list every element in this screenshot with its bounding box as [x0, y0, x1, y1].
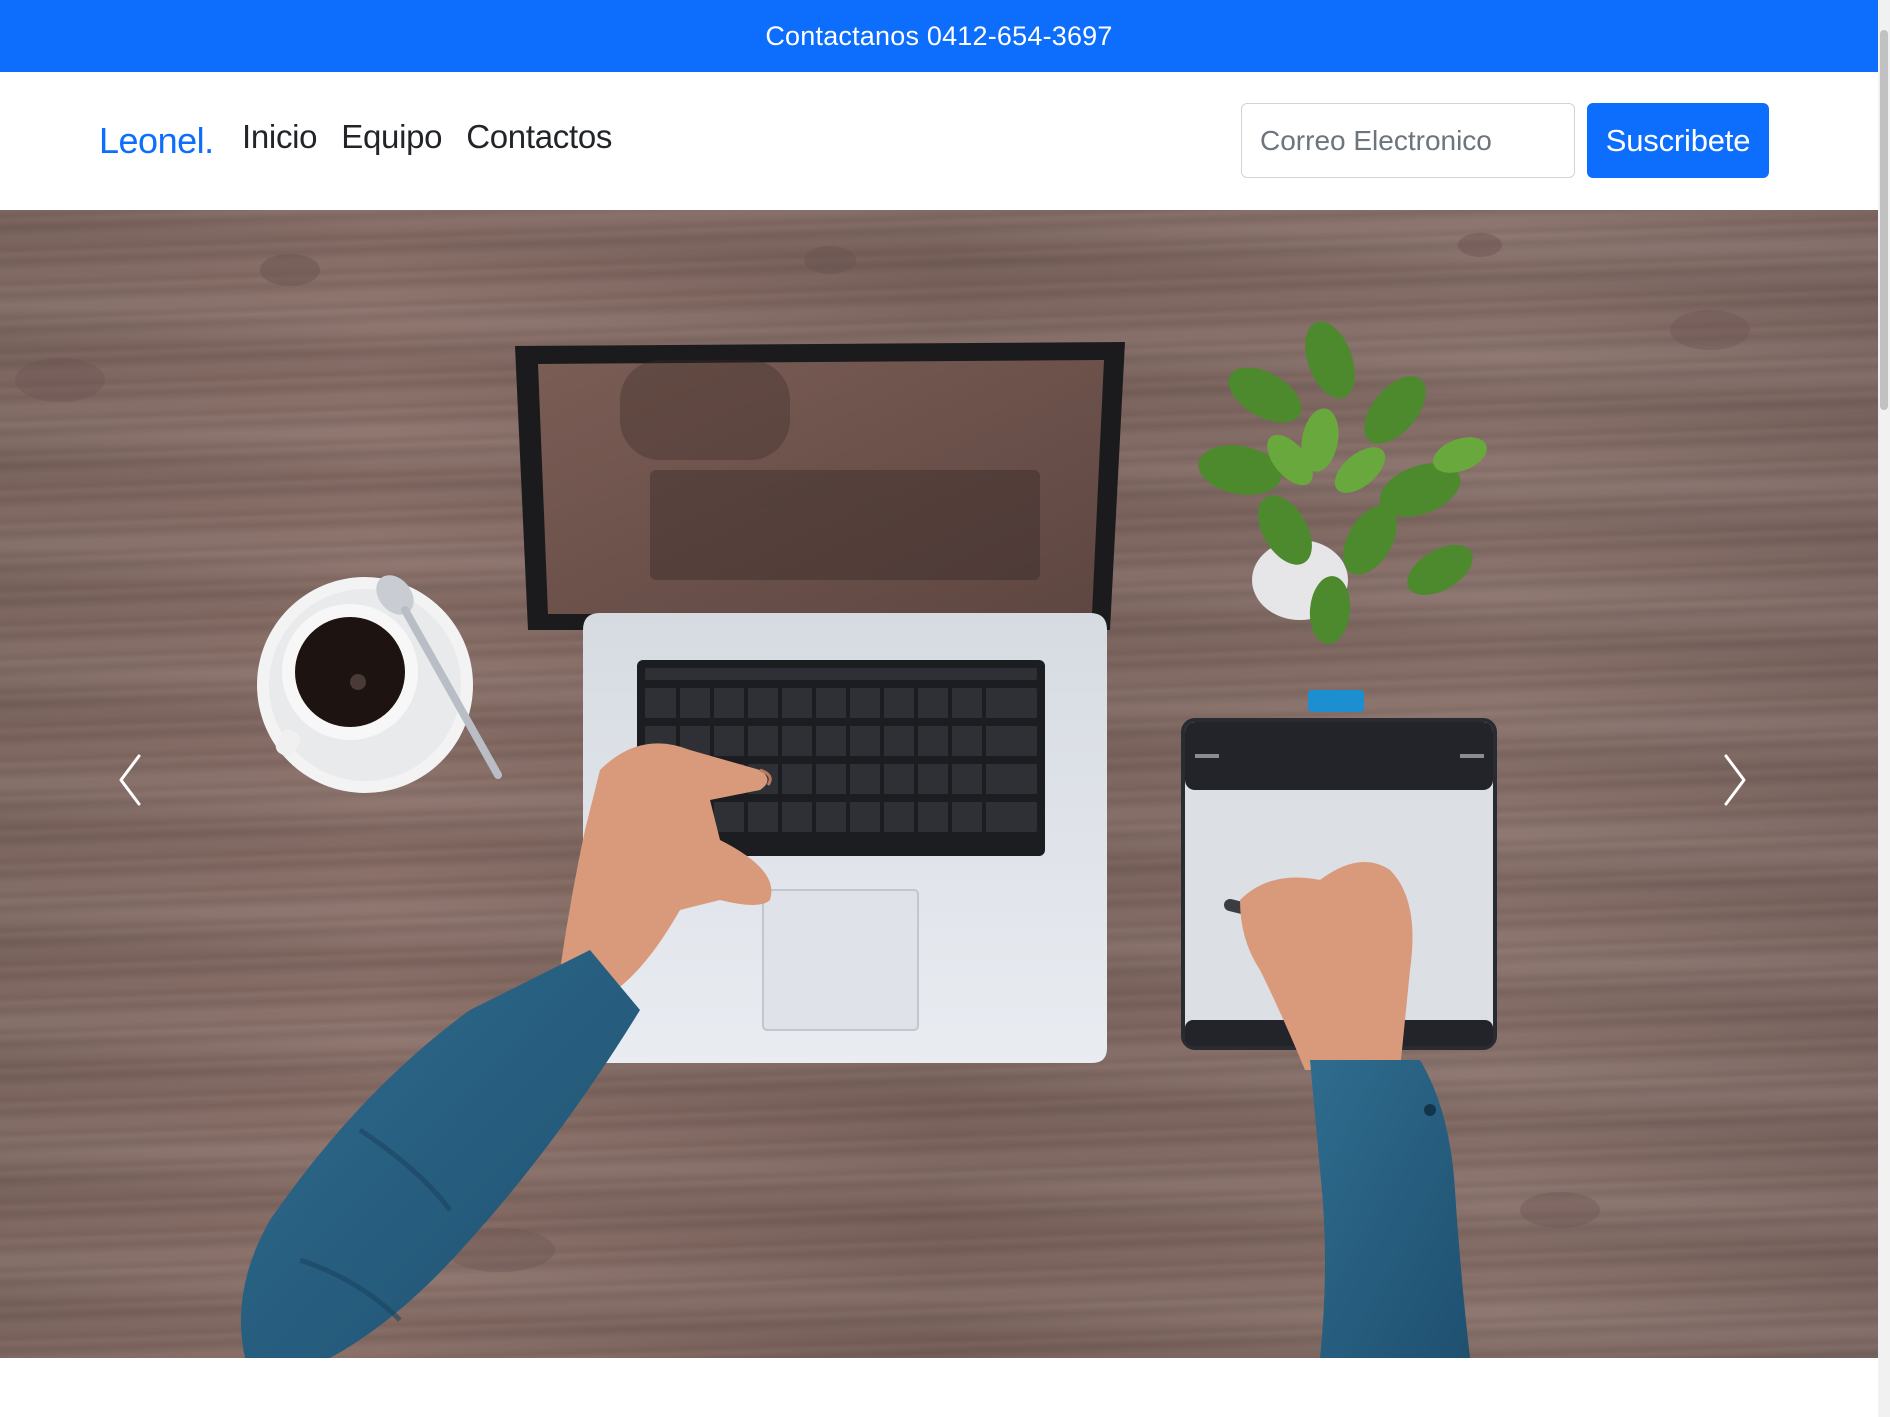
nav-links: Inicio Equipo Contactos — [242, 118, 612, 156]
page-scrollbar[interactable] — [1878, 0, 1890, 1417]
subscribe-button[interactable]: Suscribete — [1587, 103, 1769, 178]
nav-link-equipo[interactable]: Equipo — [341, 118, 442, 156]
email-input[interactable] — [1241, 103, 1575, 178]
carousel-next-button[interactable] — [1705, 730, 1765, 830]
page-content-start — [0, 1358, 1878, 1417]
chevron-left-icon — [119, 754, 141, 806]
nav-link-inicio[interactable]: Inicio — [242, 118, 318, 156]
hero-slide-image — [15, 233, 1750, 1358]
page: Contactanos 0412-654-3697 Leonel. Inicio… — [0, 0, 1890, 1417]
scrollbar-thumb[interactable] — [1880, 30, 1888, 410]
brand-logo[interactable]: Leonel. — [99, 120, 214, 162]
nav-link-contactos[interactable]: Contactos — [466, 118, 612, 156]
hero-carousel — [0, 210, 1878, 1358]
chevron-right-icon — [1724, 754, 1746, 806]
contact-text: Contactanos 0412-654-3697 — [765, 20, 1113, 51]
carousel-prev-button[interactable] — [100, 730, 160, 830]
navbar: Leonel. Inicio Equipo Contactos Suscribe… — [0, 72, 1878, 210]
contact-bar: Contactanos 0412-654-3697 — [0, 0, 1878, 72]
